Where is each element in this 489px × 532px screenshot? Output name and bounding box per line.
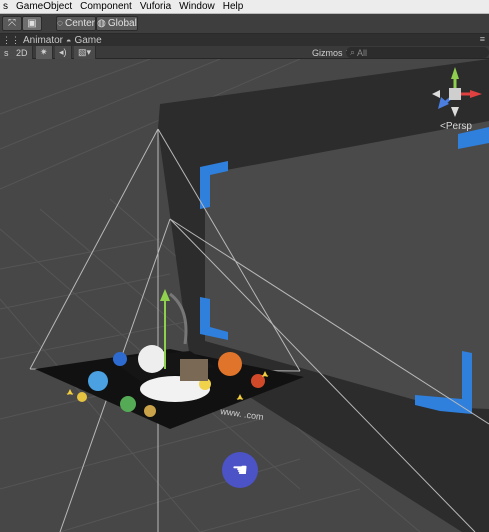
pivot-toggle-button[interactable]: ◌ Center bbox=[56, 16, 96, 31]
scene-toolbar: s 2D ✷ ◂) ▧▾ Gizmos ▼ ⌕ bbox=[0, 46, 489, 59]
image-icon: ▧▾ bbox=[78, 47, 92, 57]
menu-item-component[interactable]: Component bbox=[77, 1, 135, 12]
menu-item-help[interactable]: Help bbox=[220, 1, 247, 12]
scale-tool-button[interactable]: ⤧ bbox=[2, 16, 22, 31]
tab-game-label: Game bbox=[74, 35, 102, 46]
projection-toggle[interactable]: <Persp bbox=[440, 121, 472, 132]
game-icon: ◓ bbox=[66, 35, 72, 46]
rect-tool-button[interactable]: ▣ bbox=[22, 16, 42, 31]
globe-icon: ◍ bbox=[97, 18, 106, 29]
toggle-2d-label: 2D bbox=[16, 47, 28, 58]
menu-item-gameobject[interactable]: GameObject bbox=[13, 1, 75, 12]
tab-animator[interactable]: ⋮⋮ Animator bbox=[2, 35, 63, 46]
menu-bar: s GameObject Component Vuforia Window He… bbox=[0, 0, 489, 14]
scale-tool-icon: ⤧ bbox=[8, 18, 16, 29]
shading-label: s bbox=[4, 47, 9, 58]
projection-label: Persp bbox=[445, 121, 472, 132]
sun-icon: ✷ bbox=[40, 47, 48, 57]
menu-item-s[interactable]: s bbox=[0, 1, 11, 12]
lighting-toggle-button[interactable]: ✷ bbox=[36, 46, 53, 59]
scene-view[interactable]: www. .com <Persp ☚ bbox=[0, 59, 489, 532]
scene-search[interactable]: ⌕ bbox=[346, 47, 489, 58]
tab-animator-label: Animator bbox=[23, 35, 64, 46]
tab-bar: ⋮⋮ Animator ◓ Game ≡ bbox=[0, 34, 489, 46]
search-icon: ⌕ bbox=[350, 47, 356, 57]
gizmos-label: Gizmos bbox=[312, 47, 343, 58]
toggle-2d-button[interactable]: 2D bbox=[12, 46, 33, 59]
animator-icon: ⋮⋮ bbox=[2, 35, 20, 45]
effects-dropdown[interactable]: ▧▾ bbox=[74, 46, 97, 59]
search-input[interactable] bbox=[357, 47, 478, 58]
pivot-label: Center bbox=[64, 18, 95, 29]
menu-item-window[interactable]: Window bbox=[176, 1, 218, 12]
tab-game[interactable]: ◓ Game bbox=[66, 35, 102, 46]
hand-cursor-icon: ☚ bbox=[231, 459, 249, 480]
menu-item-vuforia[interactable]: Vuforia bbox=[137, 1, 174, 12]
space-label: Global bbox=[107, 18, 137, 29]
speaker-icon: ◂) bbox=[59, 47, 67, 57]
click-indicator: ☚ bbox=[222, 452, 258, 488]
audio-toggle-button[interactable]: ◂) bbox=[55, 46, 72, 59]
center-icon: ◌ bbox=[57, 18, 63, 29]
space-toggle-button[interactable]: ◍ Global bbox=[96, 16, 138, 31]
tab-menu-icon[interactable]: ≡ bbox=[480, 34, 485, 44]
main-toolbar: ⤧ ▣ ◌ Center ◍ Global bbox=[0, 14, 489, 34]
rect-tool-icon: ▣ bbox=[27, 18, 37, 29]
